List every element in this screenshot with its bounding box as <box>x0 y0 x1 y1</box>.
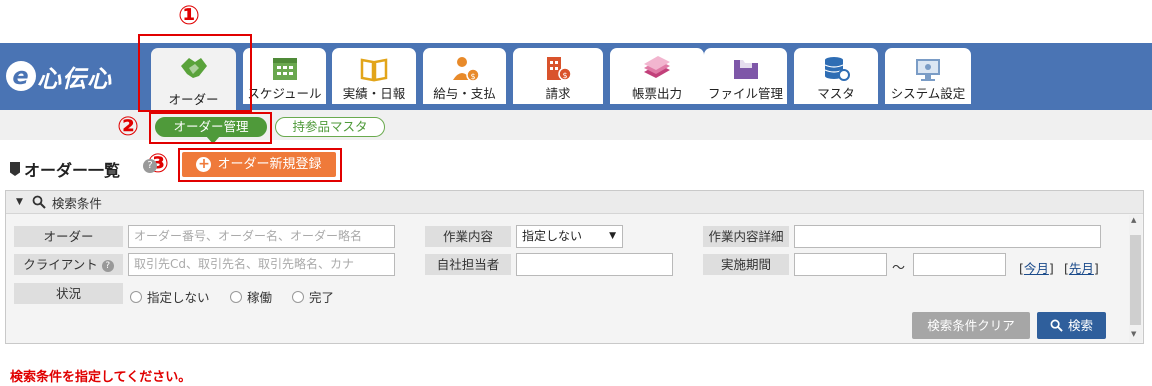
status-radio-unspecified[interactable]: 指定しない <box>130 287 210 306</box>
tab-master[interactable]: マスタ <box>794 48 878 104</box>
annotation-box-2 <box>149 112 272 144</box>
tab-payroll[interactable]: $ 給与・支払 <box>423 48 506 104</box>
tab-results[interactable]: 実績・日報 <box>332 48 416 104</box>
client-help-icon[interactable]: ? <box>101 259 114 272</box>
this-month-text: 今月 <box>1023 261 1049 276</box>
svg-text:$: $ <box>562 71 567 80</box>
search-icon <box>1050 319 1063 332</box>
staff-label: 自社担当者 <box>425 254 511 275</box>
plus-icon: + <box>196 156 212 172</box>
collapse-triangle-icon: ▼ <box>16 197 23 207</box>
this-month-link[interactable]: [今月] <box>1019 258 1054 277</box>
work-content-selected: 指定しない <box>522 229 583 243</box>
subnav-items-master[interactable]: 持参品マスタ <box>275 117 385 137</box>
tab-forms-label: 帳票出力 <box>631 86 682 101</box>
annotation-box-1 <box>138 34 252 112</box>
client-label: クライアント ? <box>14 254 123 275</box>
building-money-icon: $ <box>547 57 572 81</box>
status-radio-complete[interactable]: 完了 <box>292 287 334 306</box>
annotation-number-2: ② <box>117 112 140 142</box>
search-panel-header[interactable]: ▼ 検索条件 <box>6 191 1143 214</box>
folder-icon <box>733 58 758 79</box>
order-search-input[interactable]: オーダー番号、オーダー名、オーダー略名 <box>128 225 395 248</box>
page-title: オーダー一覧 <box>10 157 120 181</box>
tab-billing[interactable]: $ 請求 <box>513 48 603 104</box>
app-logo[interactable]: e 心伝心 <box>6 56 112 96</box>
logo-letter: e <box>6 61 36 91</box>
status-label: 状況 <box>14 283 123 304</box>
calendar-icon <box>272 58 297 80</box>
new-order-button[interactable]: + オーダー新規登録 <box>182 152 336 177</box>
logo-text: 心伝心 <box>37 64 112 93</box>
scroll-up-icon[interactable]: ▲ <box>1131 216 1136 224</box>
select-arrow-icon: ▼ <box>609 231 616 241</box>
work-detail-input[interactable] <box>794 225 1101 248</box>
status-option-label: 完了 <box>309 290 335 305</box>
bookmark-icon <box>10 162 20 176</box>
tab-schedule[interactable]: スケジュール <box>243 48 326 104</box>
radio-circle-icon <box>230 290 242 303</box>
page-title-text: オーダー一覧 <box>24 161 121 180</box>
scroll-down-icon[interactable]: ▼ <box>1131 330 1136 338</box>
search-panel-title: 検索条件 <box>51 195 102 211</box>
status-radio-active[interactable]: 稼働 <box>230 287 272 306</box>
search-button-label: 検索 <box>1067 318 1093 333</box>
tab-system-settings-label: システム設定 <box>890 86 966 101</box>
status-option-label: 指定しない <box>147 290 210 305</box>
work-detail-label: 作業内容詳細 <box>703 226 789 247</box>
period-end-input[interactable] <box>913 253 1006 276</box>
period-label: 実施期間 <box>703 254 789 275</box>
tab-results-label: 実績・日報 <box>342 86 406 101</box>
last-month-text: 先月 <box>1068 261 1094 276</box>
clear-search-button[interactable]: 検索条件クリア <box>912 312 1030 339</box>
help-icon[interactable]: ? <box>143 159 157 173</box>
tab-billing-label: 請求 <box>545 86 571 101</box>
work-content-label: 作業内容 <box>425 226 511 247</box>
search-button[interactable]: 検索 <box>1037 312 1106 339</box>
client-search-input[interactable]: 取引先Cd、取引先名、取引先略名、カナ <box>128 253 395 276</box>
staff-input[interactable] <box>516 253 673 276</box>
period-tilde: ～ <box>892 261 906 276</box>
last-month-link[interactable]: [先月] <box>1064 258 1099 277</box>
status-option-label: 稼働 <box>247 290 273 305</box>
client-label-text: クライアント <box>23 257 98 272</box>
new-order-button-label: オーダー新規登録 <box>217 157 322 172</box>
work-content-select[interactable]: 指定しない ▼ <box>516 225 623 248</box>
book-icon <box>360 58 388 82</box>
period-start-input[interactable] <box>794 253 887 276</box>
radio-circle-icon <box>292 290 304 303</box>
tab-system-settings[interactable]: システム設定 <box>885 48 971 104</box>
svg-text:$: $ <box>470 72 475 81</box>
tab-files-label: ファイル管理 <box>707 86 783 101</box>
scrollbar-thumb[interactable] <box>1130 235 1141 325</box>
tab-files[interactable]: ファイル管理 <box>704 48 787 104</box>
annotation-number-1: ① <box>178 1 201 31</box>
documents-icon <box>644 56 670 78</box>
tab-schedule-label: スケジュール <box>247 86 322 101</box>
database-icon <box>824 57 850 81</box>
monitor-settings-icon <box>916 59 940 81</box>
tab-master-label: マスタ <box>817 86 855 101</box>
radio-circle-icon <box>130 290 142 303</box>
search-icon <box>32 195 46 209</box>
tab-payroll-label: 給与・支払 <box>433 86 496 101</box>
person-money-icon: $ <box>452 57 480 82</box>
warning-message: 検索条件を指定してください。 <box>10 370 192 385</box>
tab-forms[interactable]: 帳票出力 <box>610 48 704 104</box>
order-label: オーダー <box>14 226 123 247</box>
